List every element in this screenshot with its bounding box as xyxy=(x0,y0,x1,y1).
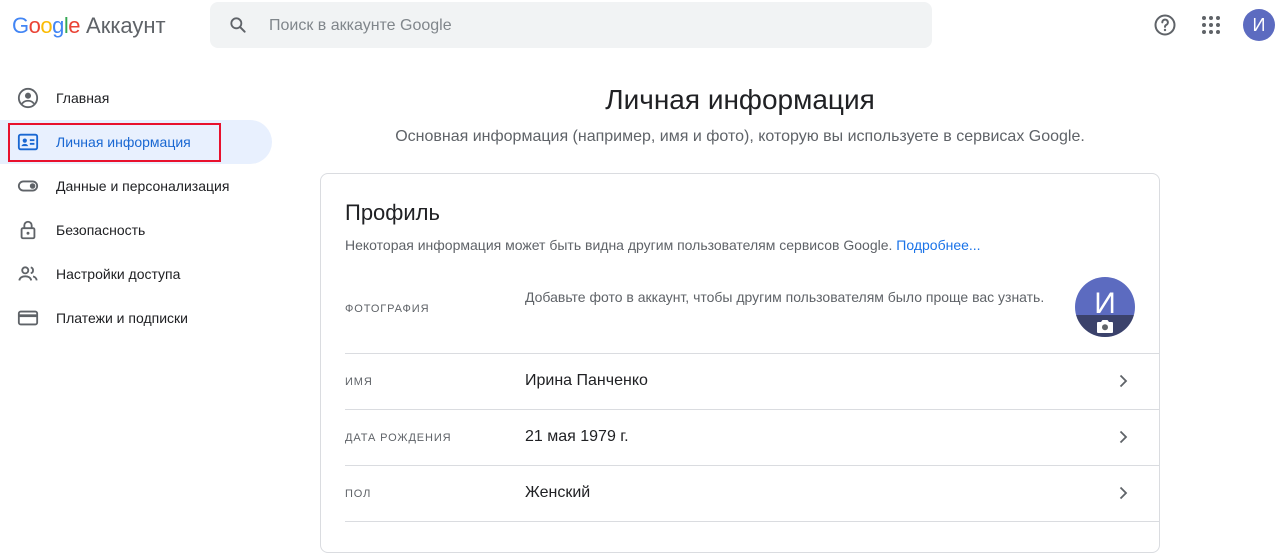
sidebar-item-home[interactable]: Главная xyxy=(0,76,272,120)
page-subtitle: Основная информация (например, имя и фот… xyxy=(395,128,1085,145)
page-title: Личная информация xyxy=(605,84,875,115)
apps-grid-icon[interactable] xyxy=(1196,10,1226,40)
photo-row[interactable]: Фотография Добавьте фото в аккаунт, чтоб… xyxy=(345,277,1160,353)
sidebar-nav: Главная Личная информация Данные и персо… xyxy=(0,76,272,340)
birthday-value: 21 мая 1979 г. xyxy=(525,428,629,445)
google-logo-text: Google xyxy=(12,13,81,38)
lock-icon xyxy=(20,220,36,240)
product-name: Аккаунт xyxy=(86,13,166,38)
search-icon[interactable] xyxy=(228,15,248,35)
name-label: Имя xyxy=(345,376,373,388)
name-row[interactable]: Имя Ирина Панченко xyxy=(345,354,1160,409)
sidebar-item-people-sharing[interactable]: Настройки доступа xyxy=(0,252,272,296)
gender-value: Женский xyxy=(525,484,591,501)
profile-card: Профиль Некоторая информация может быть … xyxy=(320,173,1160,553)
photo-label: Фотография xyxy=(345,303,430,315)
row-divider xyxy=(345,521,1160,522)
chevron-right-icon xyxy=(1119,374,1128,388)
chevron-right-icon xyxy=(1119,486,1128,500)
learn-more-link[interactable]: Подробнее... xyxy=(896,237,980,253)
camera-icon xyxy=(1097,320,1113,333)
gender-label: Пол xyxy=(345,488,372,500)
toggle-icon xyxy=(17,180,39,192)
sidebar-item-payments[interactable]: Платежи и подписки xyxy=(0,296,272,340)
sidebar-item-personal-info[interactable]: Личная информация xyxy=(0,120,272,164)
chevron-right-icon xyxy=(1119,430,1128,444)
sidebar-item-label: Платежи и подписки xyxy=(56,310,188,326)
account-avatar[interactable]: И xyxy=(1243,9,1275,41)
home-account-icon xyxy=(17,87,39,109)
sidebar-item-label: Данные и персонализация xyxy=(56,178,230,194)
gender-row[interactable]: Пол Женский xyxy=(345,466,1160,521)
sidebar-item-label: Личная информация xyxy=(56,134,191,150)
profile-card-title: Профиль xyxy=(345,200,440,225)
app-header: Google Аккаунт И xyxy=(0,0,1283,52)
sidebar-item-security[interactable]: Безопасность xyxy=(0,208,272,252)
profile-photo-avatar[interactable]: И xyxy=(1075,277,1135,337)
search-bar[interactable] xyxy=(210,2,932,50)
name-value: Ирина Панченко xyxy=(525,372,648,389)
id-card-icon xyxy=(17,133,39,151)
profile-card-description: Некоторая информация может быть видна др… xyxy=(345,237,981,253)
help-icon[interactable] xyxy=(1150,10,1180,40)
sidebar-item-label: Настройки доступа xyxy=(56,266,181,282)
birthday-label: Дата рождения xyxy=(345,432,452,444)
credit-card-icon xyxy=(17,310,39,326)
search-input[interactable] xyxy=(267,2,911,50)
birthday-row[interactable]: Дата рождения 21 мая 1979 г. xyxy=(345,410,1160,465)
photo-hint: Добавьте фото в аккаунт, чтобы другим по… xyxy=(525,289,1045,305)
people-icon xyxy=(18,266,38,281)
google-account-logo[interactable]: Google Аккаунт xyxy=(12,12,166,40)
sidebar-item-label: Главная xyxy=(56,90,110,106)
profile-description-text: Некоторая информация может быть видна др… xyxy=(345,237,893,253)
sidebar-item-data-personalization[interactable]: Данные и персонализация xyxy=(0,164,272,208)
sidebar-item-label: Безопасность xyxy=(56,222,146,238)
